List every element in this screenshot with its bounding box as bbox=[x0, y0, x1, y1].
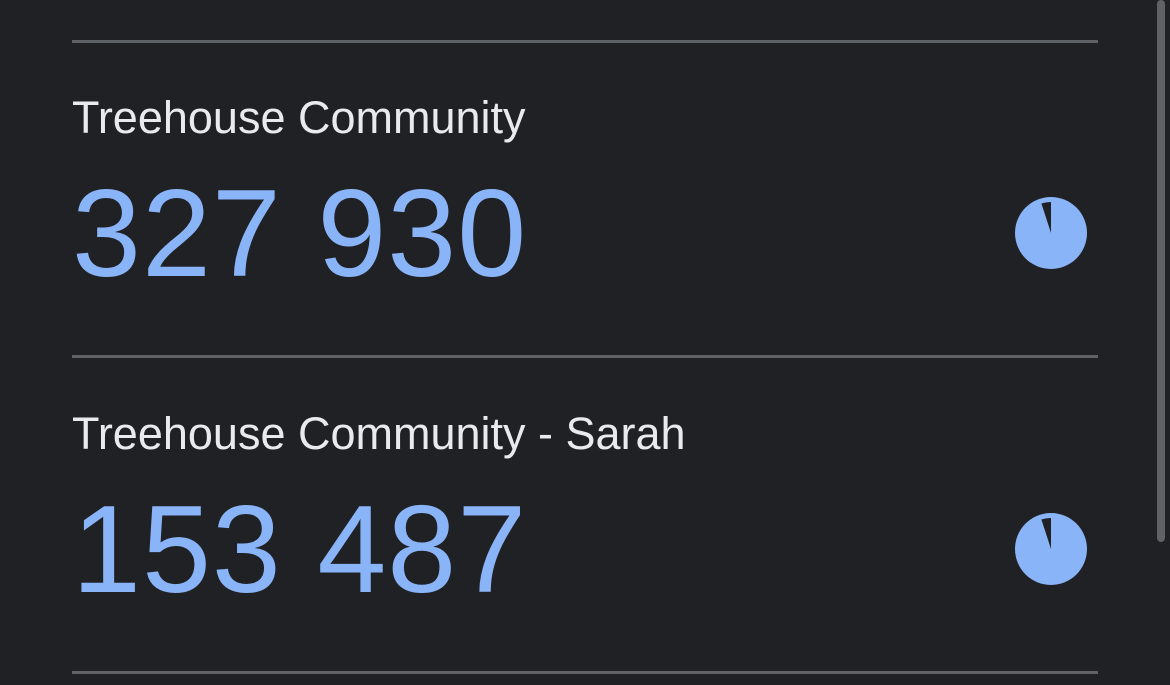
pie-chart-icon[interactable] bbox=[1014, 512, 1088, 586]
scrollbar[interactable] bbox=[1152, 0, 1170, 685]
stat-card-treehouse-community[interactable]: Treehouse Community 327 930 bbox=[72, 90, 1098, 320]
stat-card-value: 327 930 bbox=[72, 165, 528, 303]
divider-top bbox=[72, 40, 1098, 43]
stat-card-title: Treehouse Community bbox=[72, 92, 526, 143]
stats-screen: Treehouse Community 327 930 Treehouse Co… bbox=[0, 0, 1170, 685]
scrollbar-thumb[interactable] bbox=[1157, 0, 1165, 542]
stat-card-value: 153 487 bbox=[72, 481, 528, 619]
stat-card-treehouse-community-sarah[interactable]: Treehouse Community - Sarah 153 487 bbox=[72, 406, 1098, 636]
divider-bottom bbox=[72, 671, 1098, 674]
pie-chart-icon[interactable] bbox=[1014, 196, 1088, 270]
divider-middle bbox=[72, 355, 1098, 358]
stat-card-title: Treehouse Community - Sarah bbox=[72, 408, 686, 459]
